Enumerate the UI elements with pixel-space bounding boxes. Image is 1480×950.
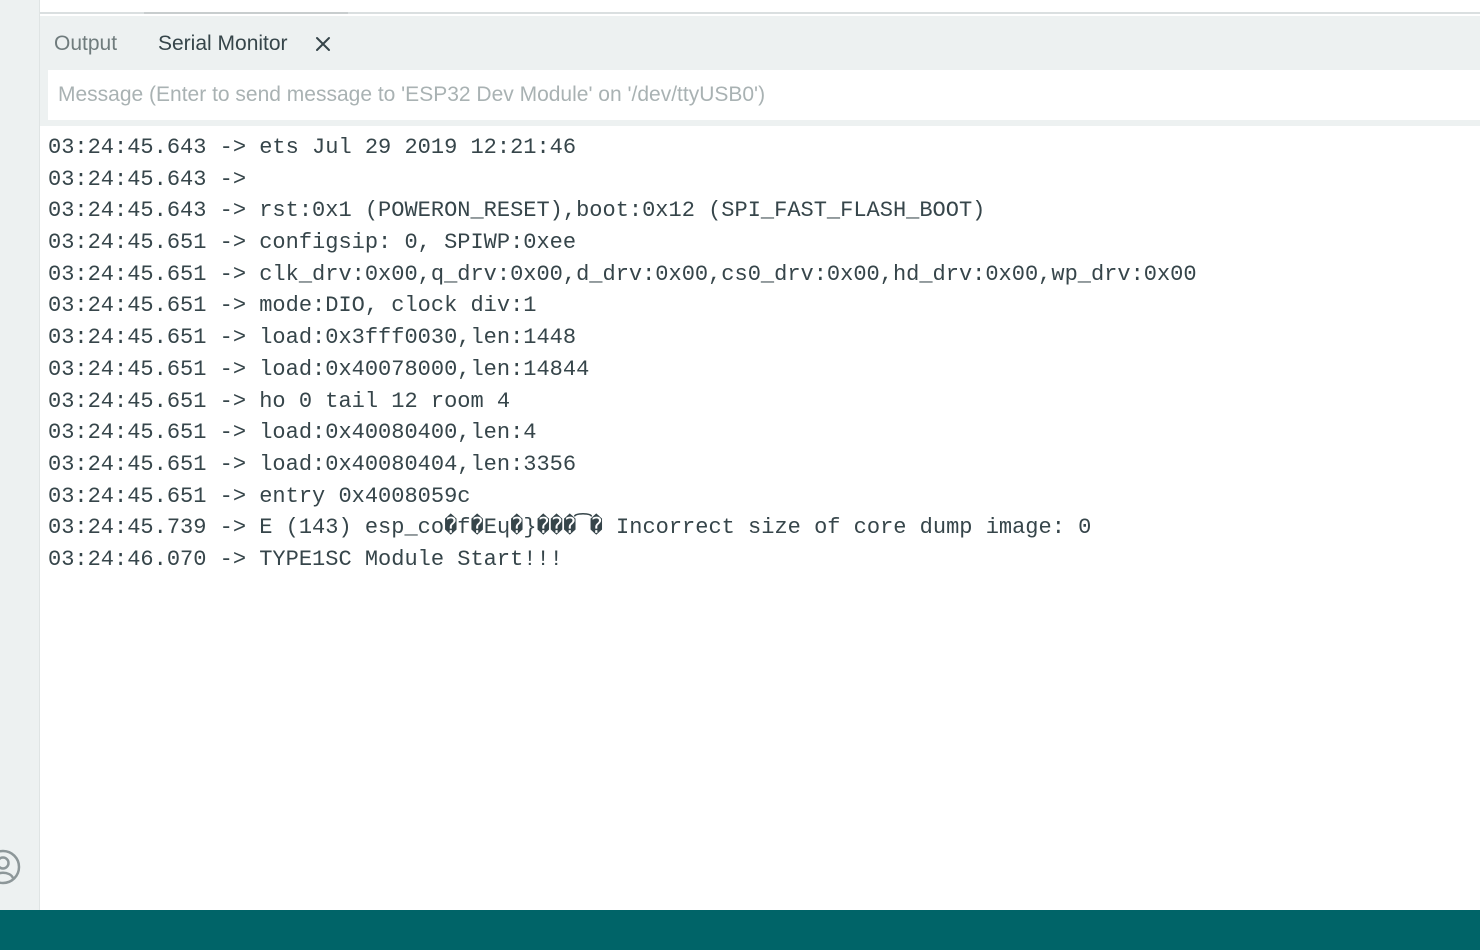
log-line: 03:24:46.070 -> TYPE1SC Module Start!!! — [48, 546, 563, 572]
log-line: 03:24:45.643 -> ets Jul 29 2019 12:21:46 — [48, 135, 577, 160]
log-line: 03:24:45.651 -> load:0x40078000,len:1484… — [48, 356, 590, 382]
message-bar — [40, 70, 1480, 126]
log-line: 03:24:45.651 -> load:0x3fff0030,len:1448 — [48, 325, 577, 351]
log-line: 03:24:45.643 -> rst:0x1 (POWERON_RESET),… — [48, 198, 986, 224]
close-icon[interactable] — [314, 35, 332, 53]
serial-output: 03:24:45.643 -> ets Jul 29 2019 12:21:46… — [48, 132, 1468, 902]
status-bar — [0, 910, 1480, 950]
message-input[interactable] — [48, 70, 1480, 120]
log-line: 03:24:45.643 -> — [48, 166, 260, 192]
log-line: 03:24:45.651 -> clk_drv:0x00,q_drv:0x00,… — [48, 261, 1197, 287]
log-line: 03:24:45.739 -> E (143) esp_co�f�Eɥ�}���… — [48, 515, 1092, 541]
log-line: 03:24:45.651 -> load:0x40080400,len:4 — [48, 420, 537, 446]
editor-tab-indicator — [144, 12, 348, 14]
log-line: 03:24:45.651 -> ho 0 tail 12 room 4 — [48, 388, 511, 414]
editor-area-edge — [40, 0, 1480, 14]
arduino-ide-window: Output Serial Monitor 03:24:45.643 -> et… — [0, 0, 1480, 950]
account-icon[interactable] — [0, 848, 22, 886]
activity-bar — [0, 0, 40, 910]
bottom-panel-tabbar: Output Serial Monitor — [40, 16, 1480, 70]
log-line: 03:24:45.651 -> configsip: 0, SPIWP:0xee — [48, 230, 577, 256]
log-line: 03:24:45.651 -> entry 0x4008059c — [48, 483, 471, 509]
tab-serial-monitor[interactable]: Serial Monitor — [158, 32, 288, 56]
tab-output[interactable]: Output — [54, 32, 117, 56]
log-line: 03:24:45.651 -> load:0x40080404,len:3356 — [48, 451, 577, 477]
log-line: 03:24:45.651 -> mode:DIO, clock div:1 — [48, 293, 537, 319]
